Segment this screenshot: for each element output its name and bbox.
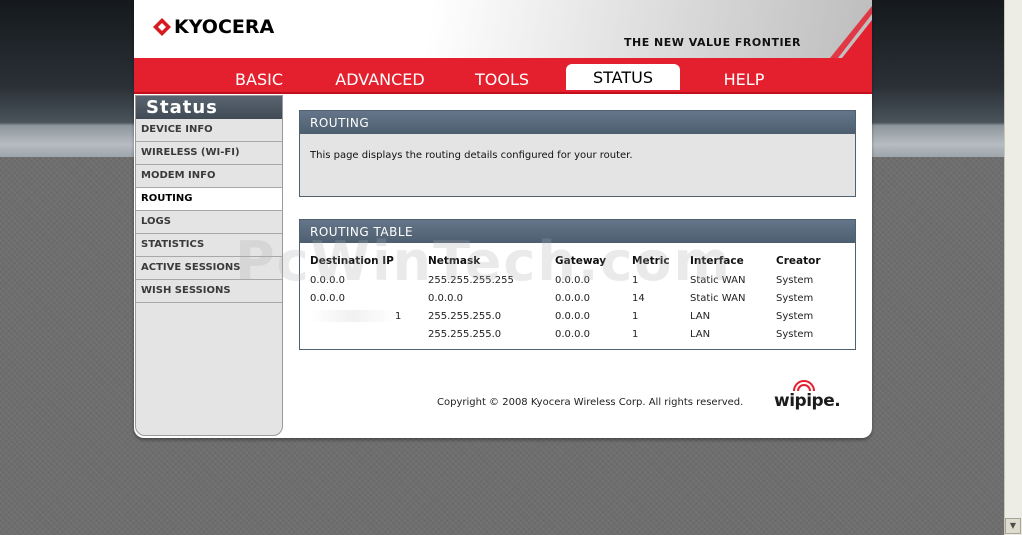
wipipe-signal-icon <box>793 380 815 392</box>
sidebar-item-active-sessions[interactable]: ACTIVE SESSIONS <box>136 257 282 280</box>
header-stripe-decoration <box>830 6 872 58</box>
sidebar-item-statistics[interactable]: STATISTICS <box>136 234 282 257</box>
sidebar-title: Status <box>136 96 282 119</box>
table-row: 255.255.255.0 0.0.0.0 1 LAN System <box>428 328 814 340</box>
tab-tools[interactable]: TOOLS <box>467 66 537 90</box>
col-metric: Metric <box>632 255 670 267</box>
main-nav: BASIC ADVANCED TOOLS STATUS HELP <box>134 58 872 94</box>
wipipe-logo: wipipe. <box>774 380 849 414</box>
router-admin-panel: KYOCERA THE NEW VALUE FRONTIER BASIC ADV… <box>134 0 872 438</box>
sidebar-item-wish-sessions[interactable]: WISH SESSIONS <box>136 280 282 303</box>
routing-table: Destination IP Netmask Gateway Metric In… <box>310 251 846 343</box>
sidebar-item-routing[interactable]: ROUTING <box>136 188 282 211</box>
wipipe-text: wipipe. <box>774 391 841 411</box>
tab-status[interactable]: STATUS <box>566 64 680 90</box>
tagline: THE NEW VALUE FRONTIER <box>624 36 802 49</box>
col-netmask: Netmask <box>428 255 481 267</box>
routing-section-title: ROUTING <box>300 111 855 134</box>
table-row: 1 255.255.255.0 0.0.0.0 1 LAN System <box>310 307 846 325</box>
table-row: 0.0.0.0 255.255.255.255 0.0.0.0 1 Static… <box>310 274 814 286</box>
routing-table-title: ROUTING TABLE <box>300 220 855 243</box>
sidebar-item-modem-info[interactable]: MODEM INFO <box>136 165 282 188</box>
tab-help[interactable]: HELP <box>714 66 774 90</box>
scroll-down-icon[interactable]: ▼ <box>1005 518 1021 534</box>
sidebar-item-logs[interactable]: LOGS <box>136 211 282 234</box>
main-content: ROUTING This page displays the routing d… <box>299 110 856 372</box>
col-interface: Interface <box>690 255 744 267</box>
kyocera-logo-icon <box>153 18 171 36</box>
tab-basic[interactable]: BASIC <box>229 66 289 90</box>
table-row: 0.0.0.0 0.0.0.0 0.0.0.0 14 Static WAN Sy… <box>310 292 814 304</box>
page-header: KYOCERA THE NEW VALUE FRONTIER <box>134 0 872 59</box>
routing-table-section: ROUTING TABLE Destination IP Netmask Gat… <box>299 219 856 350</box>
sidebar-item-device-info[interactable]: DEVICE INFO <box>136 119 282 142</box>
col-gateway: Gateway <box>555 255 607 267</box>
col-destination-ip: Destination IP <box>310 255 394 267</box>
col-creator: Creator <box>776 255 821 267</box>
routing-section: ROUTING This page displays the routing d… <box>299 110 856 197</box>
sidebar: Status DEVICE INFO WIRELESS (WI-FI) MODE… <box>135 95 283 436</box>
vertical-scrollbar[interactable]: ▼ <box>1004 0 1022 535</box>
tab-advanced[interactable]: ADVANCED <box>330 66 430 90</box>
copyright-text: Copyright © 2008 Kyocera Wireless Corp. … <box>437 397 744 408</box>
logo-text: KYOCERA <box>174 16 275 38</box>
routing-description: This page displays the routing details c… <box>310 150 633 161</box>
sidebar-item-wireless[interactable]: WIRELESS (WI-FI) <box>136 142 282 165</box>
redacted-value <box>310 310 395 322</box>
